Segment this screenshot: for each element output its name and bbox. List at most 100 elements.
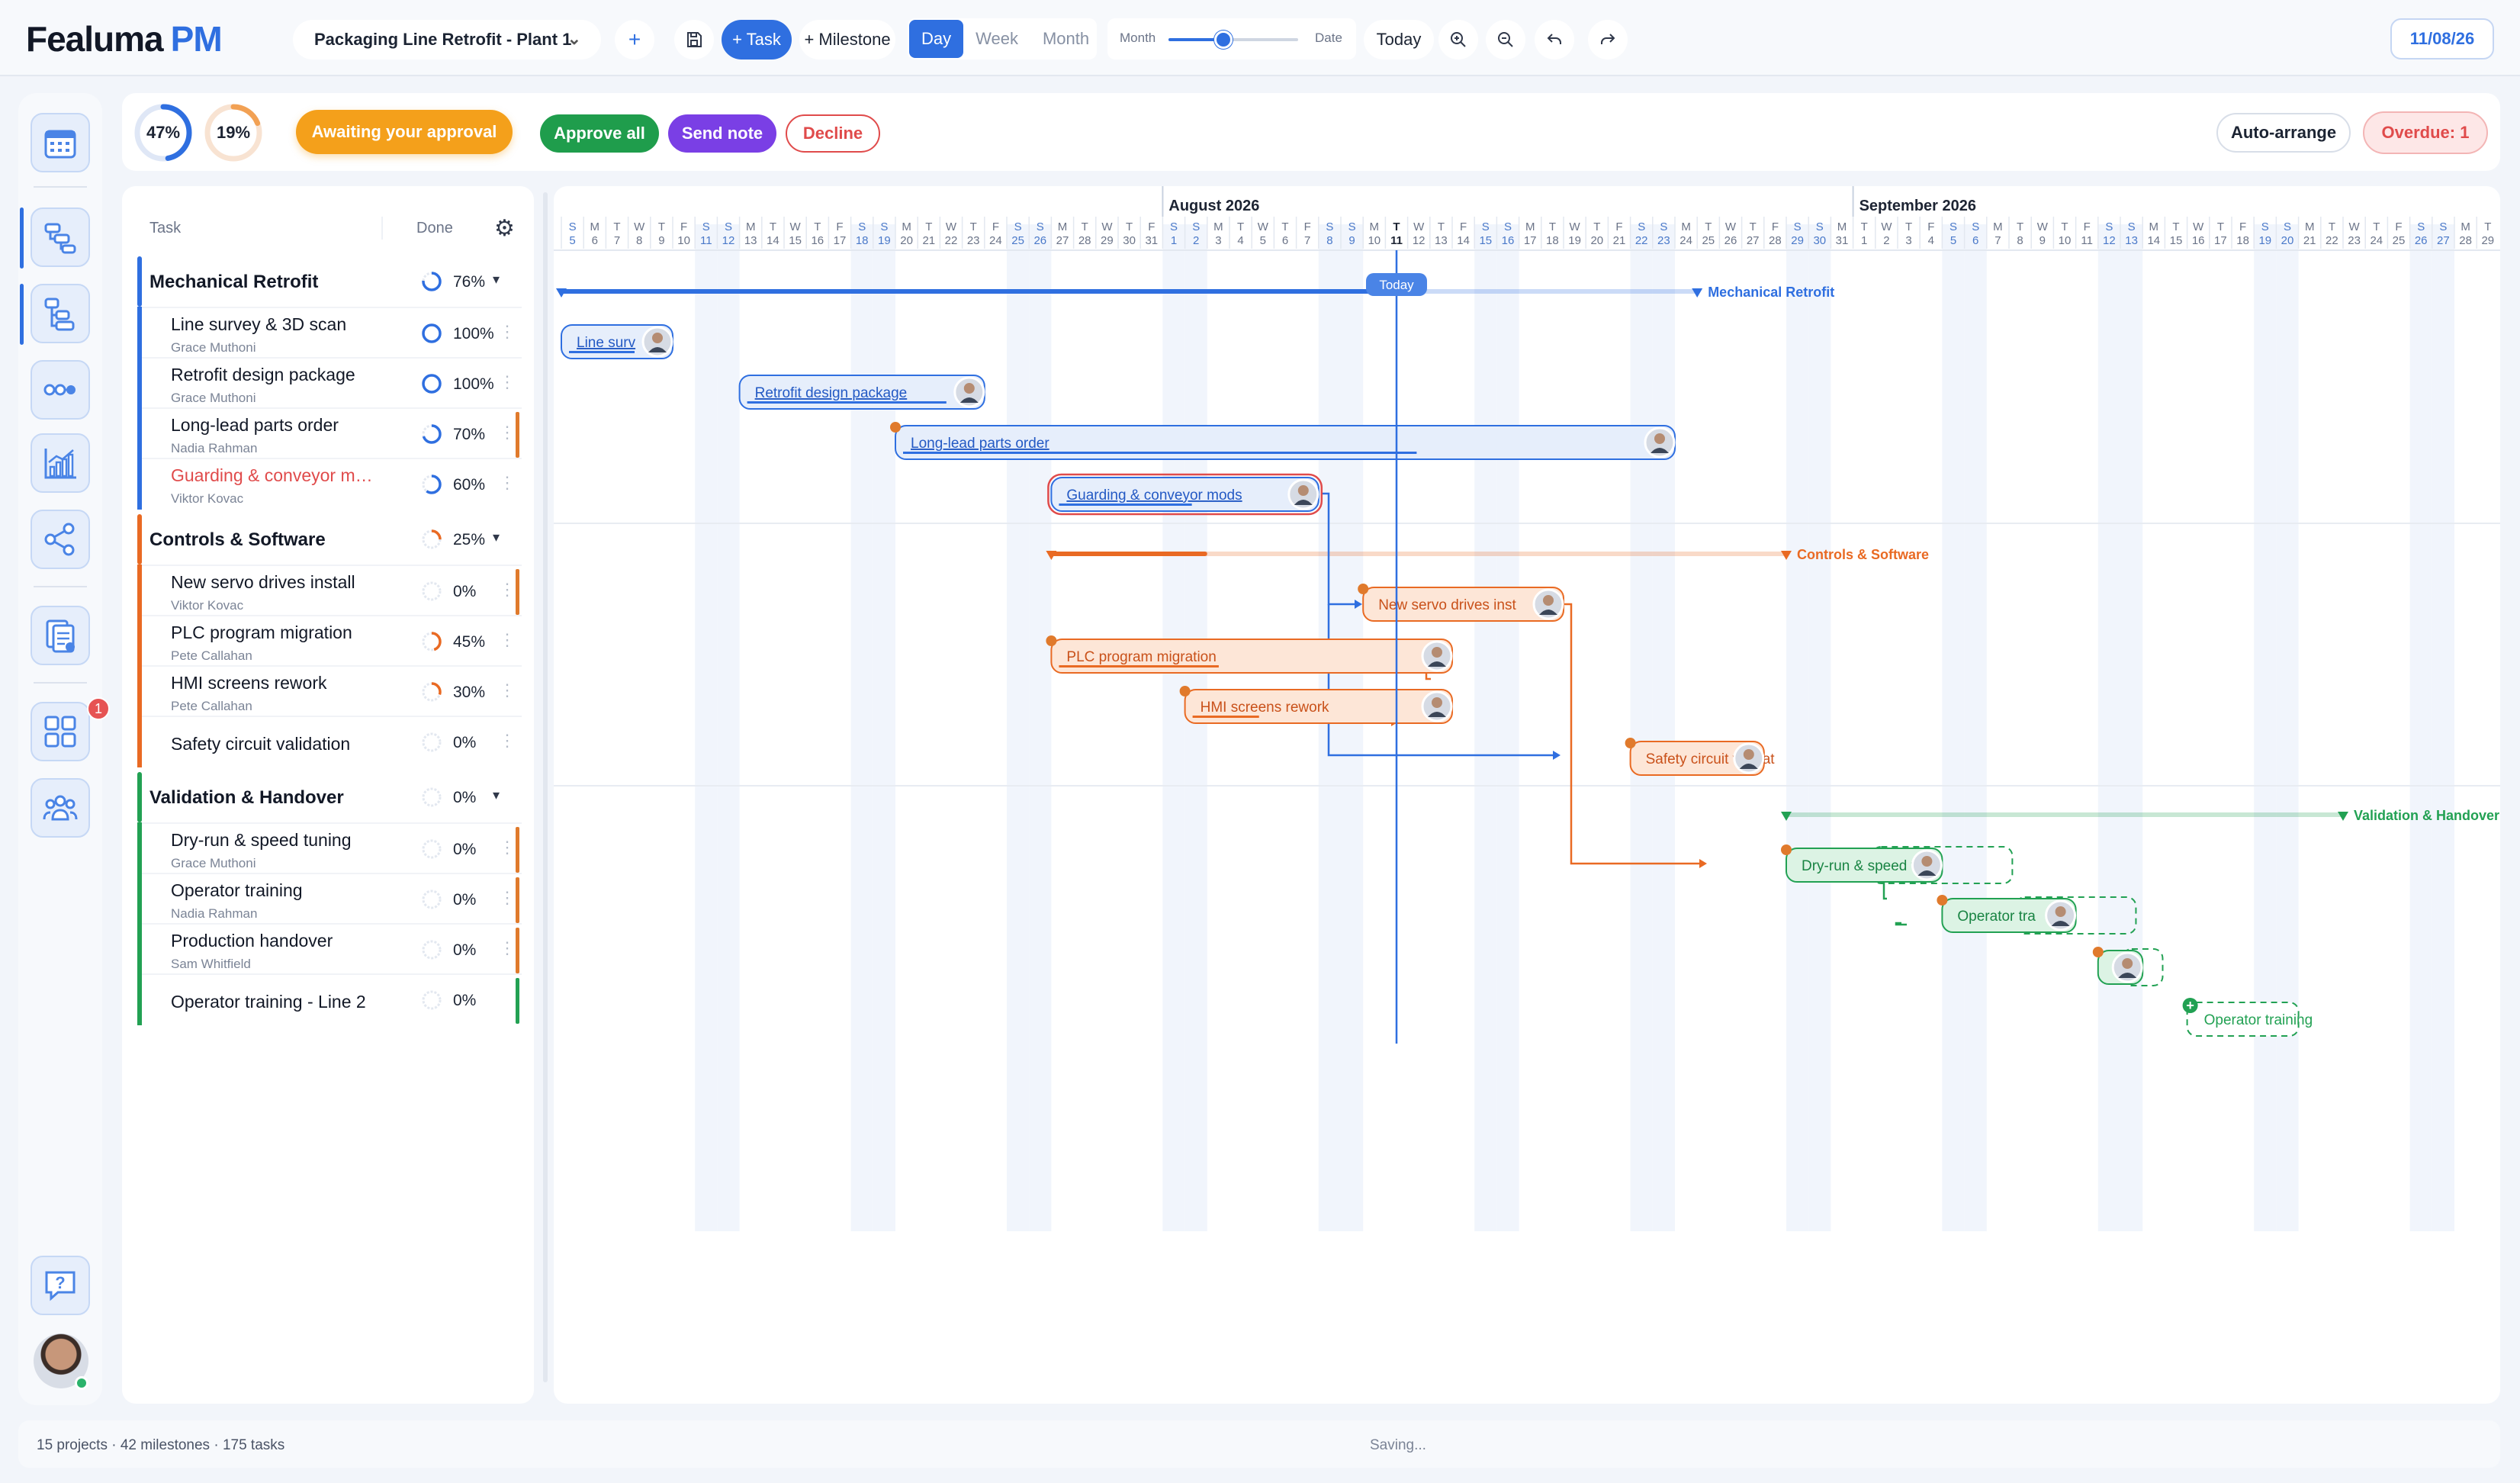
- day-number[interactable]: 26: [1724, 234, 1737, 247]
- zoom-slider-handle[interactable]: [1214, 31, 1233, 49]
- row-menu-icon[interactable]: ⋮: [499, 888, 516, 908]
- gantt-nav[interactable]: [31, 207, 90, 267]
- dependency-line[interactable]: [1895, 922, 1907, 926]
- day-number[interactable]: 16: [1502, 234, 1515, 247]
- day-number[interactable]: 14: [767, 234, 779, 247]
- share-nav[interactable]: [31, 510, 90, 569]
- day-number[interactable]: 14: [2147, 234, 2160, 247]
- dependency-handle[interactable]: [1937, 895, 1948, 906]
- day-number[interactable]: 28: [2459, 234, 2472, 247]
- day-number[interactable]: 21: [922, 234, 935, 247]
- day-number[interactable]: 30: [1813, 234, 1826, 247]
- day-number[interactable]: 24: [1679, 234, 1692, 247]
- today-button[interactable]: Today: [1364, 20, 1434, 60]
- day-number[interactable]: 20: [1590, 234, 1603, 247]
- day-number[interactable]: 23: [2348, 234, 2361, 247]
- add-milestone-button[interactable]: + Milestone: [799, 20, 895, 60]
- dependency-handle[interactable]: [1179, 686, 1191, 696]
- add-task-button[interactable]: + Task: [722, 20, 792, 60]
- day-number[interactable]: 15: [789, 234, 802, 247]
- day-number[interactable]: 7: [614, 234, 620, 247]
- task-row[interactable]: HMI screens rework Pete Callahan 30% ⋮: [137, 665, 522, 717]
- day-number[interactable]: 4: [1237, 234, 1243, 247]
- day-number[interactable]: 7: [1304, 234, 1310, 247]
- hierarchy-nav[interactable]: [31, 284, 90, 343]
- day-number[interactable]: 17: [1524, 234, 1537, 247]
- day-number[interactable]: 25: [2393, 234, 2406, 247]
- view-day-tab[interactable]: Day: [909, 20, 964, 58]
- day-number[interactable]: 29: [1791, 234, 1804, 247]
- day-number[interactable]: 12: [2103, 234, 2116, 247]
- row-menu-icon[interactable]: ⋮: [499, 838, 516, 857]
- day-number[interactable]: 11: [1390, 234, 1403, 247]
- save-button[interactable]: [674, 20, 714, 60]
- day-number[interactable]: 28: [1078, 234, 1091, 247]
- help-nav[interactable]: ?: [31, 1256, 90, 1315]
- day-number[interactable]: 9: [2039, 234, 2046, 247]
- task-row[interactable]: Operator training - Line 2 0%: [137, 973, 522, 1025]
- day-number[interactable]: 22: [1635, 234, 1648, 247]
- day-number[interactable]: 20: [900, 234, 913, 247]
- day-number[interactable]: 27: [1056, 234, 1069, 247]
- current-date[interactable]: 11/08/26: [2390, 18, 2494, 60]
- day-number[interactable]: 20: [2281, 234, 2294, 247]
- task-group-row[interactable]: Validation & Handover 0% ▾: [137, 772, 522, 822]
- day-number[interactable]: 1: [1171, 234, 1177, 247]
- task-list-scrollbar[interactable]: [543, 192, 548, 1382]
- day-number[interactable]: 18: [1546, 234, 1559, 247]
- day-number[interactable]: 27: [1747, 234, 1760, 247]
- day-number[interactable]: 21: [2303, 234, 2316, 247]
- day-number[interactable]: 5: [569, 234, 575, 247]
- collapse-caret-icon[interactable]: ▾: [493, 787, 500, 803]
- task-row[interactable]: New servo drives install Viktor Kovac 0% ⋮: [137, 565, 522, 616]
- day-number[interactable]: 22: [945, 234, 958, 247]
- day-number[interactable]: 16: [811, 234, 824, 247]
- task-row[interactable]: Production handover Sam Whitfield 0% ⋮: [137, 923, 522, 975]
- day-number[interactable]: 8: [1326, 234, 1332, 247]
- day-number[interactable]: 31: [1836, 234, 1849, 247]
- decline-button[interactable]: Decline: [786, 114, 880, 153]
- day-number[interactable]: 6: [1972, 234, 1978, 247]
- day-number[interactable]: 23: [967, 234, 980, 247]
- day-number[interactable]: 11: [700, 234, 712, 247]
- zoom-out-button[interactable]: [1486, 20, 1525, 60]
- day-number[interactable]: 5: [1950, 234, 1956, 247]
- task-group-row[interactable]: Mechanical Retrofit 76% ▾: [137, 256, 522, 307]
- row-menu-icon[interactable]: ⋮: [499, 372, 516, 392]
- day-number[interactable]: 5: [1260, 234, 1266, 247]
- add-button[interactable]: +: [615, 20, 654, 60]
- row-menu-icon[interactable]: ⋮: [499, 630, 516, 650]
- day-number[interactable]: 15: [1479, 234, 1492, 247]
- task-row[interactable]: Retrofit design package Grace Muthoni 100%…: [137, 357, 522, 409]
- day-number[interactable]: 17: [2214, 234, 2227, 247]
- task-row[interactable]: PLC program migration Pete Callahan 45% ⋮: [137, 615, 522, 667]
- day-number[interactable]: 27: [2437, 234, 2450, 247]
- row-menu-icon[interactable]: ⋮: [499, 731, 516, 751]
- day-number[interactable]: 25: [1702, 234, 1715, 247]
- task-row[interactable]: Safety circuit validation 0% ⋮: [137, 716, 522, 767]
- day-number[interactable]: 28: [1769, 234, 1782, 247]
- day-number[interactable]: 6: [1282, 234, 1288, 247]
- day-number[interactable]: 14: [1457, 234, 1470, 247]
- view-week-tab[interactable]: Week: [963, 20, 1030, 58]
- day-number[interactable]: 4: [1928, 234, 1934, 247]
- day-number[interactable]: 8: [636, 234, 642, 247]
- zoom-in-button[interactable]: [1438, 20, 1478, 60]
- day-number[interactable]: 12: [1413, 234, 1426, 247]
- dependency-handle[interactable]: [1046, 635, 1057, 646]
- dependency-handle[interactable]: [1781, 844, 1792, 855]
- gear-icon[interactable]: ⚙: [494, 215, 515, 242]
- send-note-button[interactable]: Send note: [668, 114, 776, 153]
- apps-nav[interactable]: 1: [31, 697, 110, 761]
- day-number[interactable]: 10: [2059, 234, 2072, 247]
- day-number[interactable]: 15: [2170, 234, 2183, 247]
- documents-nav[interactable]: [31, 606, 90, 665]
- day-number[interactable]: 2: [1883, 234, 1889, 247]
- collapse-caret-icon[interactable]: ▾: [493, 272, 500, 288]
- day-number[interactable]: 17: [834, 234, 847, 247]
- auto-arrange-button[interactable]: Auto-arrange: [2216, 113, 2351, 153]
- dependency-handle[interactable]: [2092, 947, 2104, 957]
- task-row[interactable]: Dry-run & speed tuning Grace Muthoni 0% ⋮: [137, 822, 522, 874]
- day-number[interactable]: 7: [1994, 234, 2001, 247]
- team-nav[interactable]: [31, 778, 90, 838]
